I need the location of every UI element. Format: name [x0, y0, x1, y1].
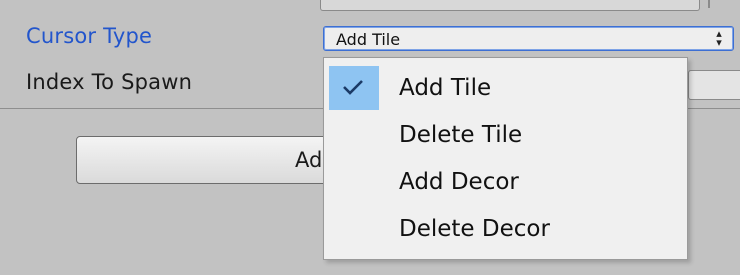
menu-item-label: Add Decor — [399, 169, 519, 195]
cursor-type-dropdown[interactable]: Add Tile ▴ ▾ — [323, 26, 734, 51]
index-to-spawn-field[interactable] — [688, 70, 740, 100]
check-highlight — [329, 66, 379, 110]
menu-item-label: Add Tile — [399, 75, 492, 101]
checkmark-icon — [343, 80, 363, 95]
cursor-type-menu: Add Tile Delete Tile Add Decor Delete De… — [323, 57, 688, 260]
menu-item-label: Delete Decor — [399, 216, 550, 242]
previous-field[interactable] — [320, 0, 700, 11]
index-to-spawn-label: Index To Spawn — [26, 70, 193, 94]
cursor-type-value: Add Tile — [336, 30, 401, 49]
menu-item-delete-tile[interactable]: Delete Tile — [324, 113, 687, 157]
menu-item-add-tile[interactable]: Add Tile — [324, 66, 687, 110]
up-down-arrows-icon: ▴ ▾ — [716, 27, 722, 49]
cursor-type-label: Cursor Type — [26, 24, 153, 48]
menu-item-label: Delete Tile — [399, 122, 523, 148]
scrollbar-edge — [708, 0, 710, 8]
menu-item-delete-decor[interactable]: Delete Decor — [324, 207, 687, 251]
menu-item-add-decor[interactable]: Add Decor — [324, 160, 687, 204]
